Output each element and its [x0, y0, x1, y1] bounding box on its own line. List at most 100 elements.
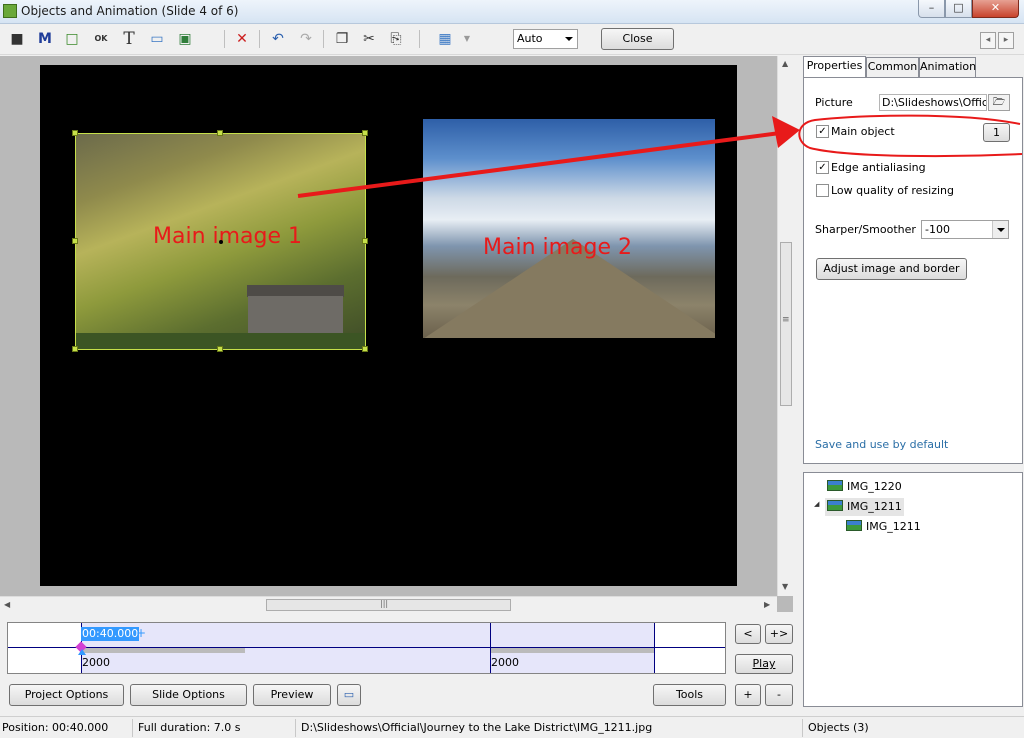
- resize-handle[interactable]: [217, 346, 223, 352]
- camera-icon[interactable]: ■: [6, 28, 28, 50]
- zoom-out-button[interactable]: -: [765, 684, 793, 706]
- selection-box[interactable]: [72, 130, 368, 352]
- keyframe-value: 2000: [491, 656, 519, 669]
- toolbar: ■ M □ OK T ▭ ▣ ✕ ↶ ↷ ❐ ✂ ⎘ ▦ ▼ Auto Clos…: [0, 24, 1024, 55]
- timeline-end-line[interactable]: [654, 623, 655, 673]
- adjust-image-border-button[interactable]: Adjust image and border: [816, 258, 967, 280]
- previous-keyframe-button[interactable]: <: [735, 624, 761, 644]
- add-keyframe-next-button[interactable]: +>: [765, 624, 793, 644]
- redo-icon[interactable]: ↷: [295, 28, 317, 50]
- app-icon: [3, 4, 17, 18]
- expand-arrow-icon[interactable]: ◢: [814, 500, 819, 508]
- vertical-scrollbar[interactable]: ▲ ≡ ▼: [777, 56, 793, 596]
- tab-common[interactable]: Common: [866, 57, 919, 77]
- chevron-down-icon[interactable]: [992, 221, 1008, 238]
- slide-stage[interactable]: Main image 1 Main image 2: [40, 65, 737, 586]
- preview-button[interactable]: Preview: [253, 684, 331, 706]
- toolbar-separator: [224, 30, 225, 48]
- resize-handle[interactable]: [362, 130, 368, 136]
- main-object-checkbox[interactable]: ✓: [816, 125, 829, 138]
- objects-tree: IMG_1220 ◢ IMG_1211 IMG_1211: [803, 472, 1023, 707]
- grip-icon: |||: [380, 599, 389, 608]
- timeline-bar: [491, 648, 654, 653]
- resize-handle[interactable]: [362, 346, 368, 352]
- properties-tabs: Properties Common Animation: [803, 56, 1024, 77]
- scroll-left-icon[interactable]: ◀: [4, 600, 10, 609]
- project-options-button[interactable]: Project Options: [9, 684, 124, 706]
- horizontal-scroll-thumb[interactable]: |||: [266, 599, 511, 611]
- timeline[interactable]: 00:40.000 + 2000 2000: [7, 622, 726, 674]
- status-separator: [802, 719, 803, 737]
- paste-icon[interactable]: ⎘: [385, 28, 407, 50]
- image-2-label: Main image 2: [483, 235, 633, 260]
- frame-icon[interactable]: □: [61, 28, 83, 50]
- tools-button[interactable]: Tools: [653, 684, 726, 706]
- slide-options-button[interactable]: Slide Options: [130, 684, 247, 706]
- image-thumbnail-icon: [827, 500, 843, 511]
- toolbar-separator: [259, 30, 260, 48]
- screen-icon[interactable]: ▭: [337, 684, 361, 706]
- sharper-smoother-select[interactable]: -100: [921, 220, 1009, 239]
- zoom-select[interactable]: Auto: [513, 29, 578, 49]
- next-slide-button[interactable]: ▸: [998, 32, 1014, 49]
- play-button[interactable]: Play: [735, 654, 793, 674]
- undo-icon[interactable]: ↶: [267, 28, 289, 50]
- status-file-path: D:\Slideshows\Official\Journey to the La…: [301, 721, 653, 734]
- status-separator: [295, 719, 296, 737]
- image-thumbnail-icon: [827, 480, 843, 491]
- main-object-label: Main object: [831, 125, 895, 138]
- delete-icon[interactable]: ✕: [231, 28, 253, 50]
- low-quality-checkbox[interactable]: [816, 184, 829, 197]
- mask-icon[interactable]: M: [34, 28, 56, 50]
- scroll-up-icon[interactable]: ▲: [782, 59, 788, 68]
- scroll-right-icon[interactable]: ▶: [764, 600, 770, 609]
- canvas-area: Main image 1 Main image 2: [0, 56, 793, 612]
- picture-path-field[interactable]: D:\Slideshows\Official: [879, 94, 987, 111]
- rectangle-icon[interactable]: ▭: [146, 28, 168, 50]
- resize-handle[interactable]: [72, 130, 78, 136]
- picture-label: Picture: [815, 96, 853, 109]
- resize-handle[interactable]: [362, 238, 368, 244]
- horizontal-scrollbar[interactable]: ◀ ||| ▶: [0, 596, 777, 612]
- minimize-button[interactable]: –: [918, 0, 945, 18]
- ok-button-icon[interactable]: OK: [90, 28, 112, 50]
- playhead-icon[interactable]: [78, 649, 86, 655]
- window-close-button[interactable]: ✕: [972, 0, 1019, 18]
- vertical-scroll-thumb[interactable]: ≡: [780, 242, 792, 406]
- toolbar-separator: [419, 30, 420, 48]
- folder-open-icon[interactable]: 🗁: [988, 94, 1010, 111]
- close-button[interactable]: Close: [601, 28, 674, 50]
- grid-dropdown-icon[interactable]: ▼: [456, 28, 478, 50]
- timeline-time: 00:40.000: [81, 627, 140, 641]
- status-separator: [132, 719, 133, 737]
- edge-antialiasing-checkbox[interactable]: ✓: [816, 161, 829, 174]
- save-default-link[interactable]: Save and use by default: [815, 438, 948, 451]
- tree-item-img-1211[interactable]: IMG_1211: [825, 498, 904, 516]
- tab-properties[interactable]: Properties: [803, 56, 866, 77]
- grid-icon[interactable]: ▦: [434, 28, 456, 50]
- main-object-number-button[interactable]: 1: [983, 123, 1010, 142]
- tree-item-label: IMG_1211: [847, 500, 902, 513]
- scroll-down-icon[interactable]: ▼: [782, 582, 788, 591]
- sharper-smoother-value: -100: [925, 223, 950, 236]
- image-icon[interactable]: ▣: [174, 28, 196, 50]
- resize-handle[interactable]: [72, 346, 78, 352]
- grip-icon: ≡: [782, 315, 790, 325]
- resize-handle[interactable]: [217, 130, 223, 136]
- copy-icon[interactable]: ❐: [331, 28, 353, 50]
- tree-item-img-1211-child[interactable]: IMG_1211: [846, 518, 921, 536]
- maximize-button[interactable]: □: [945, 0, 972, 18]
- timeline-plus[interactable]: +: [136, 626, 146, 640]
- tree-item-img-1220[interactable]: IMG_1220: [827, 478, 902, 496]
- properties-panel: Picture D:\Slideshows\Official 🗁 ✓ Main …: [803, 77, 1023, 464]
- zoom-select-value: Auto: [517, 32, 543, 45]
- main-image-2[interactable]: Main image 2: [423, 119, 715, 338]
- image-thumbnail-icon: [846, 520, 862, 531]
- previous-slide-button[interactable]: ◂: [980, 32, 996, 49]
- status-duration: Full duration: 7.0 s: [138, 721, 241, 734]
- cut-icon[interactable]: ✂: [358, 28, 380, 50]
- resize-handle[interactable]: [72, 238, 78, 244]
- tab-animation[interactable]: Animation: [919, 57, 976, 77]
- text-icon[interactable]: T: [118, 28, 140, 50]
- zoom-in-button[interactable]: +: [735, 684, 761, 706]
